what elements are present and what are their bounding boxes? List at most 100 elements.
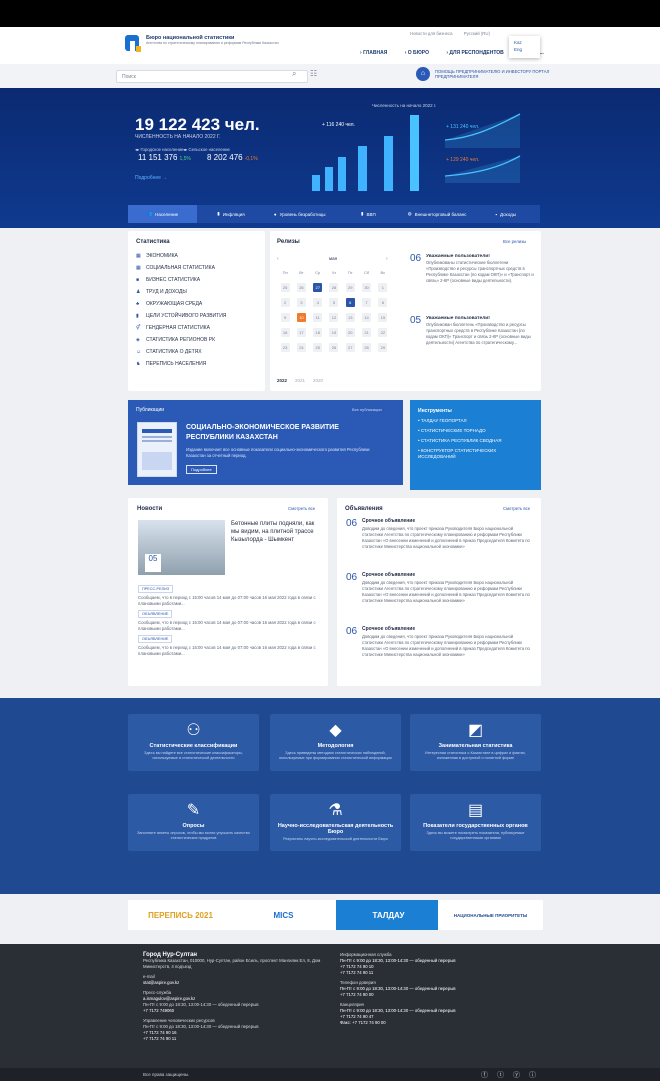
cal-day[interactable]: 10 — [296, 313, 306, 322]
instagram-icon[interactable]: ⓘ — [529, 1070, 536, 1080]
cal-day[interactable]: 30 — [362, 283, 372, 292]
publication-more-button[interactable]: Подробнее — [186, 465, 217, 474]
stat-gender[interactable]: ⚥ ГЕНДЕРНАЯ СТАТИСТИКА — [136, 322, 257, 334]
cal-day[interactable]: 26 — [329, 343, 339, 352]
cal-day[interactable]: 23 — [280, 343, 290, 352]
tool-item[interactable]: • СТАТИСТИЧЕСКИЕ ТОРНАДО — [418, 428, 533, 434]
stat-regions[interactable]: ◈ СТАТИСТИКА РЕГИОНОВ РК — [136, 334, 257, 346]
year-2021[interactable]: 2021 — [295, 378, 305, 383]
news-item[interactable]: ПРЕСС-РЕЛИЗ Сообщаем, что в период с 15:0… — [138, 582, 320, 607]
cal-day[interactable]: 26 — [296, 283, 306, 292]
cal-day[interactable]: 12 — [329, 313, 339, 322]
cal-day[interactable]: 14 — [362, 313, 372, 322]
announcements-all-link[interactable]: Смотреть все — [503, 506, 530, 511]
cal-day[interactable]: 22 — [378, 328, 388, 337]
search-icon[interactable]: ⌕ — [292, 69, 296, 79]
stat-business[interactable]: ■ БИЗНЕС СТАТИСТИКА — [136, 274, 257, 286]
news-photo[interactable]: 05 — [138, 520, 225, 575]
cal-day[interactable]: 18 — [313, 328, 323, 337]
news-all-link[interactable]: Смотреть все — [288, 506, 315, 511]
facebook-icon[interactable]: ⓕ — [481, 1070, 488, 1080]
tool-item[interactable]: • КОНСТРУКТОР СТАТИСТИЧЕСКИХ ИССЛЕДОВАНИ… — [418, 448, 533, 460]
cal-day[interactable]: 15 — [378, 313, 388, 322]
partner-taldau[interactable]: ТАЛДАУ — [336, 900, 441, 930]
news-item[interactable]: ОБЪЯВЛЕНИЕ Сообщаем, что в период с 15:00… — [138, 607, 320, 632]
lang-option-kaz[interactable]: Kaz — [514, 39, 535, 46]
nav-respondents[interactable]: › ДЛЯ РЕСПОНДЕНТОВ — [446, 50, 511, 56]
language-switch[interactable]: Русский (RU) — [464, 31, 490, 36]
tile-research[interactable]: ⚗ Научно-исследовательская деятельность … — [270, 794, 401, 851]
release-item[interactable]: Уважаемые пользователи! Опубликованы стат… — [426, 253, 536, 284]
entrepreneur-portal-link[interactable]: ⌂ ПОМОЩЬ ПРЕДПРИНИМАТЕЛЮ И ИНВЕСТОРУ ПОР… — [416, 67, 555, 81]
cal-day[interactable]: 25 — [280, 283, 290, 292]
cal-day[interactable]: 17 — [296, 328, 306, 337]
cal-day[interactable]: 29 — [345, 283, 355, 292]
stat-sdg[interactable]: ▮ ЦЕЛИ УСТОЙЧИВОГО РАЗВИТИЯ — [136, 310, 257, 322]
news-headline[interactable]: Бетонные плиты подняли, как мы видим, на… — [231, 520, 321, 544]
cal-day[interactable]: 25 — [313, 343, 323, 352]
month-next-button[interactable]: › — [386, 256, 388, 262]
search-input[interactable]: Поиск — [116, 70, 308, 83]
announcement-item[interactable]: Срочное объявление Доводим до сведения, ч… — [362, 518, 534, 550]
stat-census[interactable]: ♞ ПЕРЕПИСЬ НАСЕЛЕНИЯ — [136, 358, 257, 370]
cal-day[interactable]: 21 — [362, 328, 372, 337]
publication-title[interactable]: СОЦИАЛЬНО-ЭКОНОМИЧЕСКОЕ РАЗВИТИЕ РЕСПУБЛ… — [186, 423, 386, 443]
cal-day[interactable]: 1 — [378, 283, 388, 292]
cal-day[interactable]: 5 — [329, 298, 339, 307]
tile-fun-stats[interactable]: ◩ Занимательная статистика Интересная ст… — [410, 714, 541, 771]
tab-income[interactable]: ▪ Доходы — [471, 205, 540, 223]
cal-day[interactable]: 19 — [329, 328, 339, 337]
cal-day[interactable]: 28 — [362, 343, 372, 352]
footer-hr-phone[interactable]: +7 7172 74 90 11 — [143, 1036, 333, 1042]
logo-icon[interactable] — [124, 33, 142, 55]
tile-gov-indicators[interactable]: ▤ Показатели государственных органов Зде… — [410, 794, 541, 851]
cal-day[interactable]: 20 — [345, 328, 355, 337]
lang-option-eng[interactable]: Eng — [514, 46, 535, 53]
cal-day[interactable]: 4 — [313, 298, 323, 307]
cal-day[interactable]: 6 — [345, 298, 355, 307]
tab-population[interactable]: 👥 Население — [128, 205, 197, 223]
news-item[interactable]: ОБЪЯВЛЕНИЕ Сообщаем, что в период с 15:00… — [138, 632, 320, 657]
footer-service-phone[interactable]: +7 7172 74 90 11 — [340, 970, 530, 976]
cal-day[interactable]: 7 — [362, 298, 372, 307]
tile-classifications[interactable]: ⚇ Статистические классификации Здесь вы … — [128, 714, 259, 771]
stat-social[interactable]: ▦ СОЦИАЛЬНАЯ СТАТИСТИКА — [136, 262, 257, 274]
month-prev-button[interactable]: ‹ — [277, 256, 279, 262]
releases-all-link[interactable]: Все релизы — [503, 239, 526, 244]
cal-day[interactable]: 29 — [378, 343, 388, 352]
youtube-icon[interactable]: ⓨ — [513, 1070, 520, 1080]
cal-day[interactable]: 16 — [280, 328, 290, 337]
telegram-icon[interactable]: ⓣ — [497, 1070, 504, 1080]
tile-methodology[interactable]: ◆ Методология Здесь приведены методики с… — [270, 714, 401, 771]
tab-trade[interactable]: ◍ Внешнеторговый баланс — [403, 205, 472, 223]
cal-day[interactable]: 2 — [280, 298, 290, 307]
cal-day[interactable]: 8 — [378, 298, 388, 307]
announcement-item[interactable]: Срочное объявление Доводим до сведения, ч… — [362, 572, 534, 604]
tab-inflation[interactable]: ▮ Инфляция — [197, 205, 266, 223]
tool-item[interactable]: • ТАЛДАУ ГЕОПОРТАЛ — [418, 418, 533, 424]
cal-day[interactable]: 27 — [313, 283, 323, 292]
cal-day[interactable]: 11 — [313, 313, 323, 322]
cal-day[interactable]: 27 — [345, 343, 355, 352]
release-item[interactable]: Уважаемые пользователи! Опубликован бюлле… — [426, 315, 536, 346]
cal-day[interactable]: 9 — [280, 313, 290, 322]
stat-environment[interactable]: ♣ ОКРУЖАЮЩАЯ СРЕДА — [136, 298, 257, 310]
tool-item[interactable]: • СТАТИСТИКА РЕСПУБЛИК СВОДНАЯ — [418, 438, 533, 444]
grid-icon[interactable]: ☷ — [310, 69, 317, 78]
tab-unemployment[interactable]: ● Уровень безработицы — [265, 205, 334, 223]
publications-all-link[interactable]: Все публикации — [352, 407, 382, 412]
nav-about[interactable]: › О БЮРО — [405, 50, 437, 56]
footer-press-phone[interactable]: +7 7172 749060 — [143, 1008, 333, 1014]
tile-polls[interactable]: ✎ Опросы Заполните анкеты опросов, чтобы… — [128, 794, 259, 851]
stat-labor[interactable]: ♟ ТРУД И ДОХОДЫ — [136, 286, 257, 298]
tab-gdp[interactable]: ▮ ВВП — [334, 205, 403, 223]
partner-census[interactable]: ПЕРЕПИСЬ 2021 — [128, 900, 233, 930]
publication-cover[interactable] — [137, 422, 177, 477]
business-news-link[interactable]: Новости для бизнеса — [410, 31, 453, 36]
cal-day[interactable]: 13 — [345, 313, 355, 322]
cal-day[interactable]: 3 — [296, 298, 306, 307]
cal-day[interactable]: 24 — [296, 343, 306, 352]
footer-service-phone[interactable]: +7 7172 74 90 00 — [340, 992, 530, 998]
cal-day[interactable]: 28 — [329, 283, 339, 292]
hero-more-link[interactable]: Подробнее → — [135, 175, 167, 181]
